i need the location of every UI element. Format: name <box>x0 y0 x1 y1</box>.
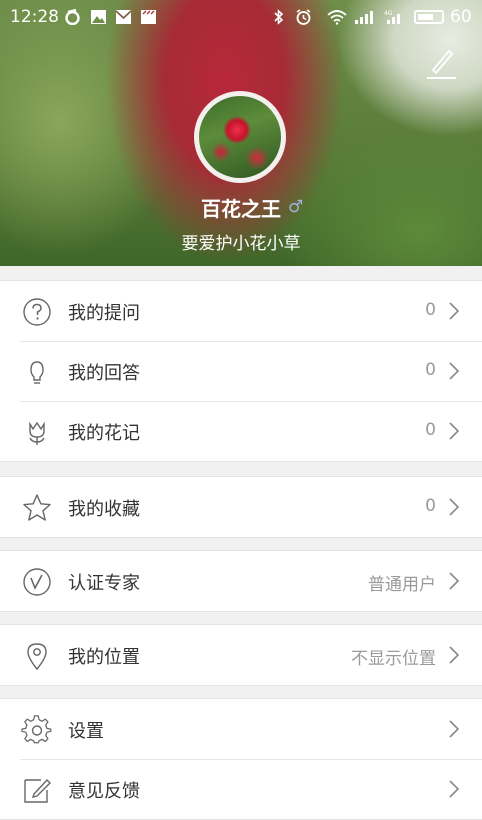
status-time: 12:28 <box>10 7 59 27</box>
lightbulb-icon <box>30 361 44 384</box>
tulip-icon <box>29 421 45 445</box>
location-section: 我的位置 不显示位置 <box>0 624 482 686</box>
user-name: 百花之王 <box>201 197 281 221</box>
battery-level: 60 <box>450 7 472 27</box>
svg-text:4G: 4G <box>384 10 393 17</box>
menu-label: 设置 <box>68 721 104 742</box>
chevron-right-icon <box>449 302 460 320</box>
chevron-right-icon <box>449 498 460 516</box>
menu-label: 我的提问 <box>68 303 140 324</box>
avatar[interactable] <box>194 91 286 183</box>
menu-label: 意见反馈 <box>68 781 140 802</box>
favorites-section: 我的收藏 0 <box>0 476 482 538</box>
gallery-icon <box>91 10 106 24</box>
menu-value: 0 <box>425 420 436 440</box>
menu-item-settings[interactable]: 设置 <box>0 699 482 759</box>
menu-item-expert-certification[interactable]: 认证专家 普通用户 <box>0 551 482 611</box>
video-icon <box>141 10 156 24</box>
location-pin-icon <box>27 643 47 671</box>
menu-item-flower-notes[interactable]: 我的花记 0 <box>0 401 482 461</box>
netease-icon <box>65 9 80 25</box>
gender-male-icon: ♂ <box>288 197 304 217</box>
menu-value: 不显示位置 <box>351 649 436 669</box>
menu-label: 我的回答 <box>68 363 140 384</box>
chevron-right-icon <box>449 646 460 664</box>
menu-item-questions[interactable]: 我的提问 0 <box>0 281 482 341</box>
feedback-edit-icon <box>24 778 51 803</box>
menu-item-favorites[interactable]: 我的收藏 0 <box>0 477 482 537</box>
menu-label: 我的花记 <box>68 423 140 444</box>
menu-value: 普通用户 <box>368 575 436 595</box>
menu-value: 0 <box>425 360 436 380</box>
signal-4g-icon: 4G <box>384 10 400 24</box>
mail-icon <box>115 10 132 24</box>
gear-icon <box>21 715 52 744</box>
menu-label: 认证专家 <box>68 573 140 594</box>
activity-section: 我的提问 0 我的回答 0 我的花记 0 <box>0 280 482 462</box>
edit-icon[interactable] <box>424 44 458 80</box>
user-motto: 要爱护小花小草 <box>181 234 301 254</box>
alarm-icon <box>296 9 311 25</box>
chevron-right-icon <box>449 362 460 380</box>
menu-value: 0 <box>425 300 436 320</box>
question-icon <box>23 298 51 326</box>
verified-v-icon <box>23 568 51 596</box>
chevron-right-icon <box>449 572 460 590</box>
wifi-icon <box>327 10 347 25</box>
signal-icon <box>355 11 373 24</box>
battery-icon <box>414 10 444 24</box>
expert-section: 认证专家 普通用户 <box>0 550 482 612</box>
menu-label: 我的收藏 <box>68 499 140 520</box>
menu-item-answers[interactable]: 我的回答 0 <box>0 341 482 401</box>
menu-label: 我的位置 <box>68 647 140 668</box>
bluetooth-icon <box>274 9 284 25</box>
profile-header: 12:28 4G 60 百花之王 ♂ 要爱护小花小草 <box>0 0 482 266</box>
status-bar: 12:28 4G 60 <box>0 0 482 34</box>
menu-value: 0 <box>425 496 436 516</box>
chevron-right-icon <box>449 422 460 440</box>
chevron-right-icon <box>449 780 460 798</box>
chevron-right-icon <box>449 720 460 738</box>
menu-item-feedback[interactable]: 意见反馈 <box>0 759 482 819</box>
star-icon <box>23 494 51 521</box>
settings-section: 设置 意见反馈 <box>0 698 482 820</box>
menu-item-location[interactable]: 我的位置 不显示位置 <box>0 625 482 685</box>
